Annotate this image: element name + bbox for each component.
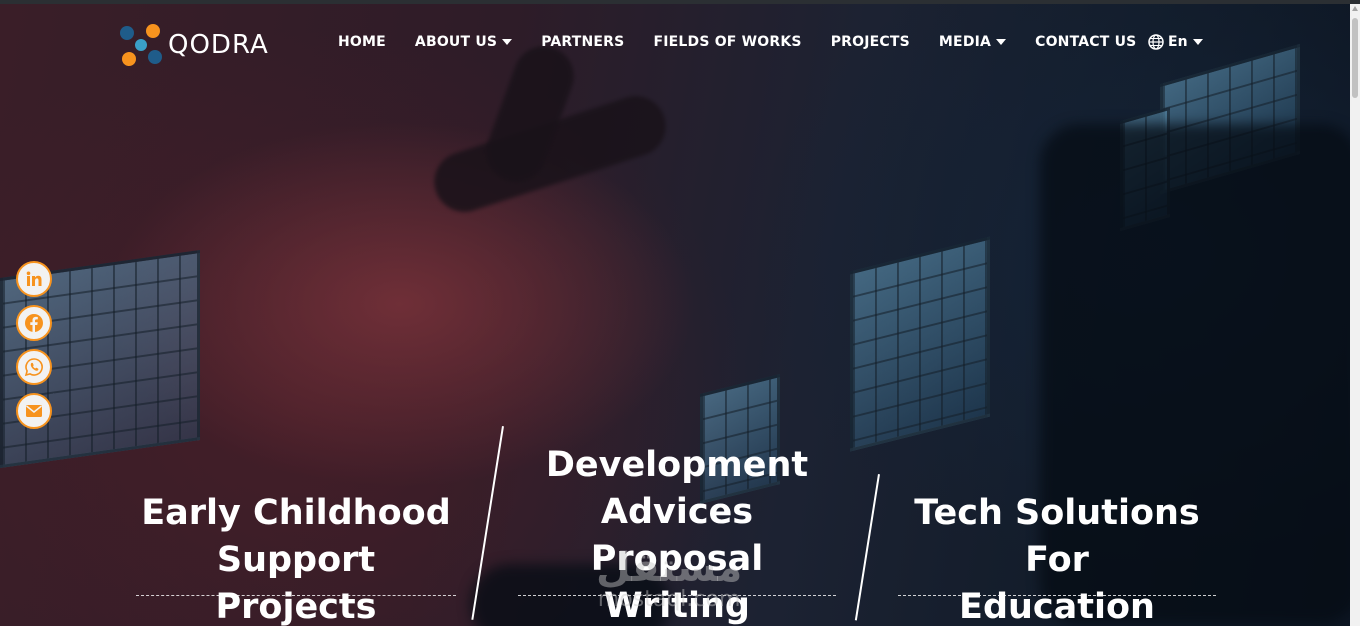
nav-fields-of-works-label: FIELDS OF WORKS xyxy=(653,34,802,50)
caret-down-icon xyxy=(1192,39,1203,45)
slide-underline xyxy=(898,595,1216,596)
hero-slide-tech-solutions[interactable]: Tech Solutions For Education xyxy=(898,490,1216,626)
qodra-logo-icon xyxy=(118,22,164,68)
slide-title-line: Education xyxy=(959,587,1155,626)
nav-fields-of-works[interactable]: FIELDS OF WORKS xyxy=(653,34,801,50)
hero-slide-early-childhood[interactable]: Early Childhood Support Projects xyxy=(136,490,456,626)
nav-contact-us-label: CONTACT US xyxy=(1035,34,1137,50)
slide-title-line: Support Projects xyxy=(215,540,377,626)
linkedin-button[interactable] xyxy=(16,261,52,297)
main-menu: HOME ABOUT US PARTNERS FIELDS OF WORKS P… xyxy=(338,34,1165,50)
linkedin-icon xyxy=(26,271,42,286)
watermark-latin: mostaql.com xyxy=(597,587,741,612)
nav-projects[interactable]: PROJECTS xyxy=(831,34,910,50)
window-center xyxy=(850,236,990,452)
nav-partners-label: PARTNERS xyxy=(541,34,625,50)
globe-icon xyxy=(1148,34,1164,50)
caret-down-icon xyxy=(996,39,1007,45)
page-scrollbar[interactable] xyxy=(1350,4,1360,626)
whatsapp-icon xyxy=(24,358,43,377)
nav-about-us-label: ABOUT US xyxy=(414,34,498,50)
email-button[interactable] xyxy=(16,393,52,429)
facebook-button[interactable] xyxy=(16,305,52,341)
language-label: En xyxy=(1168,34,1188,50)
nav-about-us[interactable]: ABOUT US xyxy=(414,34,513,50)
scroll-up-icon[interactable] xyxy=(1352,6,1358,11)
mostaql-watermark: مستقل mostaql.com xyxy=(596,545,743,612)
language-selector[interactable]: En xyxy=(1148,34,1203,50)
whatsapp-button[interactable] xyxy=(16,349,52,385)
scroll-thumb[interactable] xyxy=(1352,18,1358,98)
slide-title-line: Development xyxy=(545,445,809,485)
nav-contact-us[interactable]: CONTACT US xyxy=(1035,34,1136,50)
top-navigation: QODRA HOME ABOUT US PARTNERS FIELDS OF W… xyxy=(0,4,1350,84)
logo[interactable]: QODRA xyxy=(118,22,269,68)
nav-home-label: HOME xyxy=(338,34,386,50)
nav-media-label: MEDIA xyxy=(938,34,992,50)
caret-down-icon xyxy=(502,39,513,45)
slide-title-line: Early Childhood xyxy=(141,493,451,533)
slide-title-line: Tech Solutions For xyxy=(914,493,1200,580)
logo-text: QODRA xyxy=(168,30,269,60)
email-icon xyxy=(26,405,42,417)
nav-partners[interactable]: PARTNERS xyxy=(541,34,624,50)
slide-underline xyxy=(136,595,456,596)
nav-projects-label: PROJECTS xyxy=(830,34,910,50)
nav-home[interactable]: HOME xyxy=(338,34,386,50)
watermark-arabic: مستقل xyxy=(596,545,743,591)
nav-media[interactable]: MEDIA xyxy=(938,34,1007,50)
facebook-icon xyxy=(25,314,43,332)
